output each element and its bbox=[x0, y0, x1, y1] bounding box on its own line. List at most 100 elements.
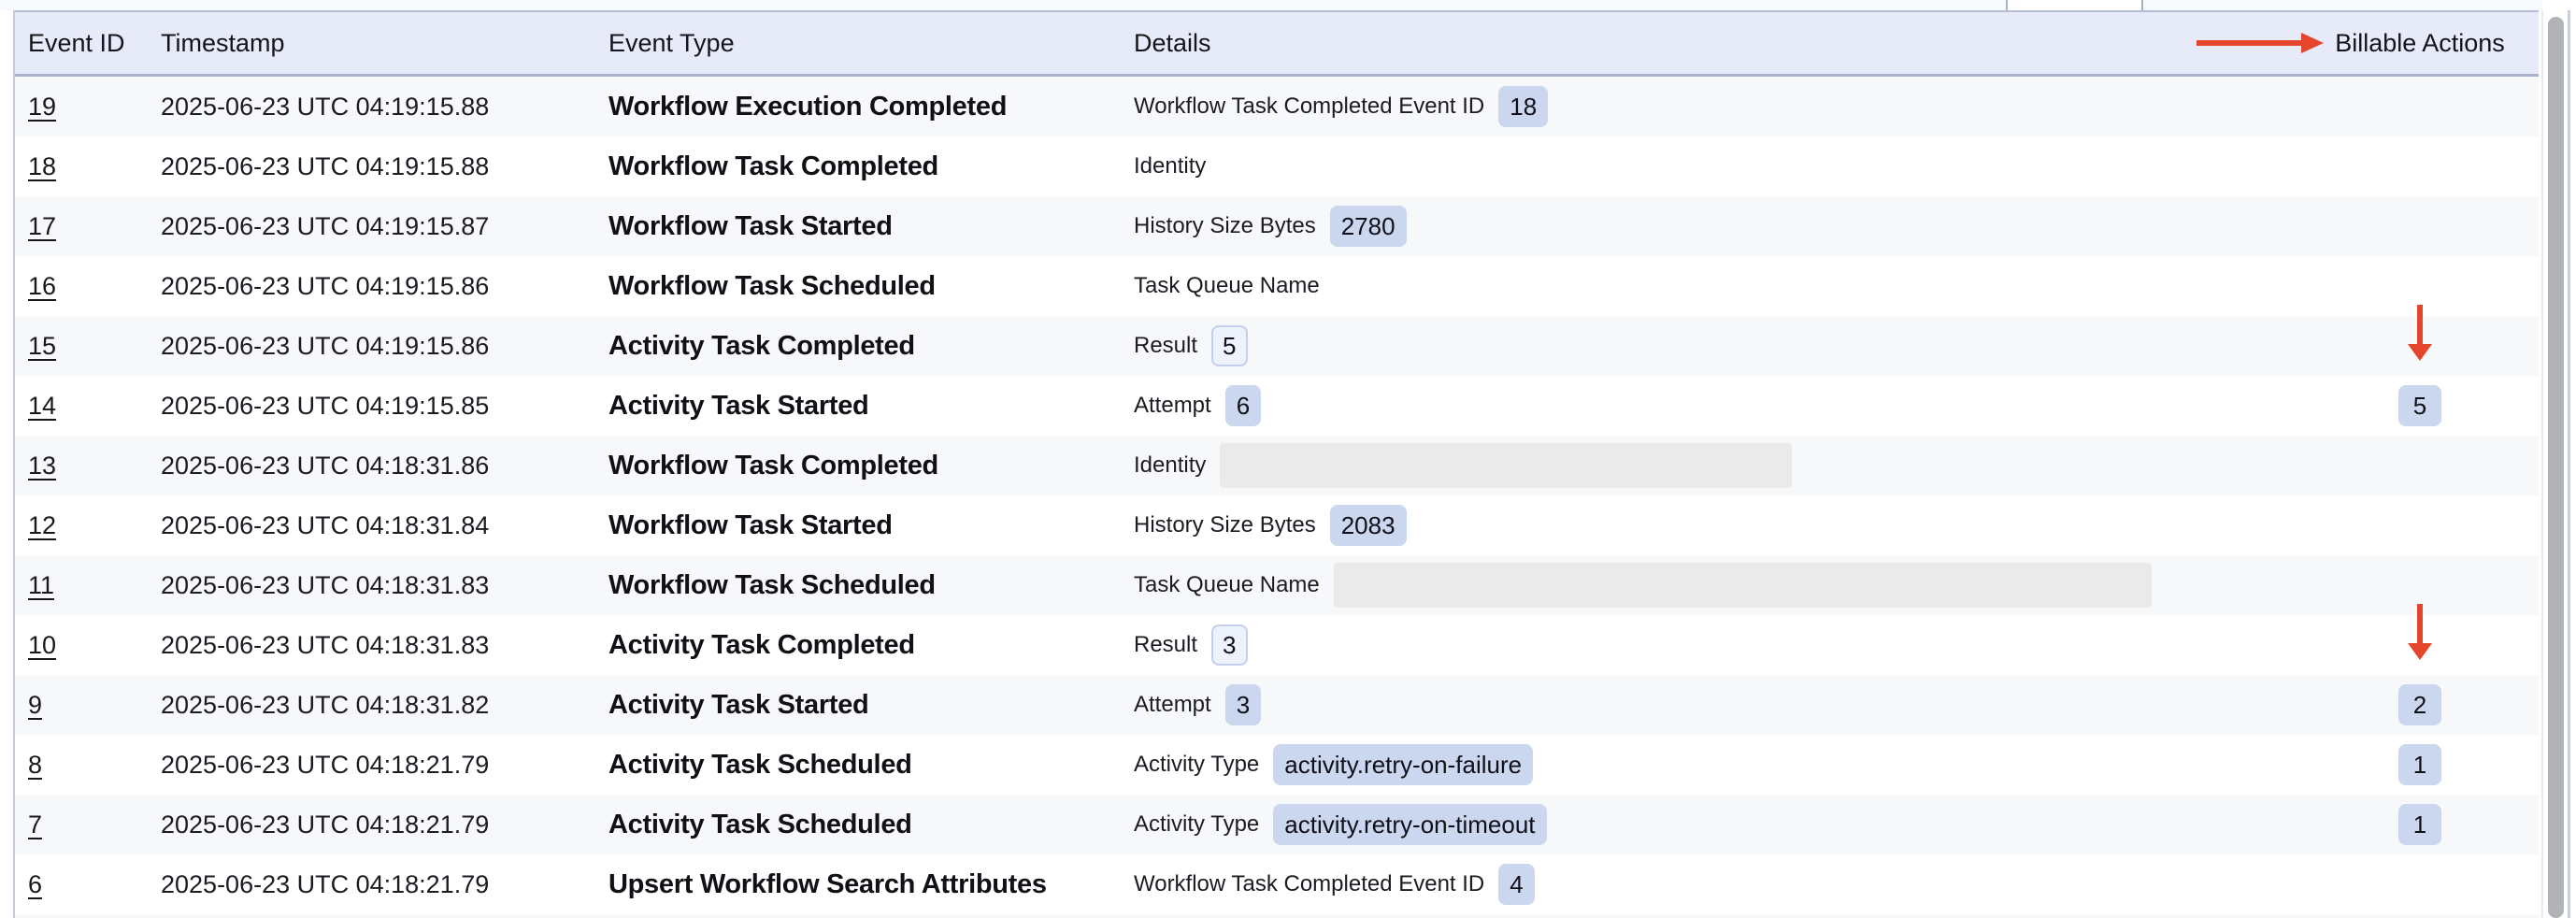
event-details-cell: Task Queue Name bbox=[1121, 563, 2301, 608]
event-details-cell: Result 3 bbox=[1121, 624, 2301, 666]
column-header-details: Details bbox=[1121, 29, 2301, 58]
billable-actions-badge: 1 bbox=[2398, 804, 2441, 845]
vertical-scrollbar-thumb[interactable] bbox=[2548, 17, 2564, 918]
event-id-link[interactable]: 19 bbox=[28, 93, 56, 121]
event-id-cell: 13 bbox=[13, 452, 148, 481]
event-id-cell: 8 bbox=[13, 751, 148, 780]
event-type: Activity Task Completed bbox=[595, 331, 1121, 362]
billable-actions-badge: 5 bbox=[2398, 385, 2441, 426]
billable-actions-cell: 1 bbox=[2301, 795, 2539, 854]
table-row[interactable]: 8 2025-06-23 UTC 04:18:21.79 Activity Ta… bbox=[13, 735, 2539, 795]
detail-value-badge: 18 bbox=[1498, 86, 1548, 127]
event-timestamp: 2025-06-23 UTC 04:18:31.86 bbox=[148, 452, 595, 481]
event-details-cell: Workflow Task Completed Event ID 4 bbox=[1121, 864, 2301, 905]
event-id-link[interactable]: 9 bbox=[28, 691, 42, 719]
event-id-cell: 15 bbox=[13, 332, 148, 361]
billable-actions-cell bbox=[2301, 436, 2539, 495]
event-id-link[interactable]: 15 bbox=[28, 332, 56, 360]
arrow-head bbox=[2408, 344, 2432, 361]
event-timestamp: 2025-06-23 UTC 04:19:15.88 bbox=[148, 93, 595, 122]
table-row[interactable]: 15 2025-06-23 UTC 04:19:15.86 Activity T… bbox=[13, 316, 2539, 376]
next-row-peek bbox=[13, 914, 2539, 918]
arrow-head bbox=[2301, 33, 2324, 53]
event-id-link[interactable]: 11 bbox=[28, 571, 54, 599]
event-id-link[interactable]: 13 bbox=[28, 452, 56, 480]
event-id-link[interactable]: 18 bbox=[28, 152, 56, 180]
event-details-cell: Identity bbox=[1121, 153, 2301, 179]
event-id-cell: 17 bbox=[13, 212, 148, 241]
table-row[interactable]: 12 2025-06-23 UTC 04:18:31.84 Workflow T… bbox=[13, 495, 2539, 555]
detail-value-badge: 3 bbox=[1211, 624, 1247, 666]
column-header-event-type: Event Type bbox=[595, 29, 1121, 58]
table-row[interactable]: 17 2025-06-23 UTC 04:19:15.87 Workflow T… bbox=[13, 196, 2539, 256]
table-left-border bbox=[13, 10, 15, 918]
table-row[interactable]: 13 2025-06-23 UTC 04:18:31.86 Workflow T… bbox=[13, 436, 2539, 495]
event-type: Activity Task Scheduled bbox=[595, 750, 1121, 781]
cutoff-ui-segment bbox=[2006, 0, 2143, 10]
redacted-value-block bbox=[1334, 563, 2152, 608]
table-row[interactable]: 6 2025-06-23 UTC 04:18:21.79 Upsert Work… bbox=[13, 854, 2539, 914]
event-type: Workflow Execution Completed bbox=[595, 92, 1121, 122]
event-timestamp: 2025-06-23 UTC 04:19:15.85 bbox=[148, 392, 595, 421]
event-details-cell: History Size Bytes 2780 bbox=[1121, 206, 2301, 247]
event-id-link[interactable]: 10 bbox=[28, 631, 56, 659]
detail-value-badge: activity.retry-on-failure bbox=[1273, 744, 1533, 785]
event-timestamp: 2025-06-23 UTC 04:18:31.82 bbox=[148, 691, 595, 720]
detail-label: Task Queue Name bbox=[1134, 273, 1320, 299]
detail-label: Workflow Task Completed Event ID bbox=[1134, 93, 1484, 120]
detail-label: Activity Type bbox=[1134, 811, 1259, 838]
detail-label: History Size Bytes bbox=[1134, 512, 1316, 538]
table-row[interactable]: 10 2025-06-23 UTC 04:18:31.83 Activity T… bbox=[13, 615, 2539, 675]
event-type: Upsert Workflow Search Attributes bbox=[595, 869, 1121, 900]
event-id-link[interactable]: 6 bbox=[28, 870, 42, 898]
event-id-link[interactable]: 16 bbox=[28, 272, 56, 300]
event-type: Workflow Task Started bbox=[595, 211, 1121, 242]
event-id-cell: 14 bbox=[13, 392, 148, 421]
event-id-link[interactable]: 14 bbox=[28, 392, 56, 420]
table-row[interactable]: 11 2025-06-23 UTC 04:18:31.83 Workflow T… bbox=[13, 555, 2539, 615]
detail-value-badge: 2780 bbox=[1330, 206, 1407, 247]
billable-actions-cell: 1 bbox=[2301, 735, 2539, 795]
table-row[interactable]: 18 2025-06-23 UTC 04:19:15.88 Workflow T… bbox=[13, 136, 2539, 196]
table-row[interactable]: 16 2025-06-23 UTC 04:19:15.86 Workflow T… bbox=[13, 256, 2539, 316]
event-id-link[interactable]: 12 bbox=[28, 511, 56, 539]
event-details-cell: Workflow Task Completed Event ID 18 bbox=[1121, 86, 2301, 127]
event-id-link[interactable]: 8 bbox=[28, 751, 42, 779]
detail-value-badge: activity.retry-on-timeout bbox=[1273, 804, 1546, 845]
event-type: Workflow Task Completed bbox=[595, 151, 1121, 182]
event-timestamp: 2025-06-23 UTC 04:19:15.86 bbox=[148, 272, 595, 301]
detail-label: Result bbox=[1134, 632, 1197, 658]
event-id-link[interactable]: 7 bbox=[28, 810, 42, 839]
event-details-cell: Identity bbox=[1121, 443, 2301, 488]
event-id-link[interactable]: 17 bbox=[28, 212, 56, 240]
event-timestamp: 2025-06-23 UTC 04:18:21.79 bbox=[148, 870, 595, 899]
column-header-timestamp: Timestamp bbox=[148, 29, 595, 58]
cutoff-ui-strip bbox=[0, 0, 2542, 10]
event-type: Activity Task Started bbox=[595, 391, 1121, 422]
detail-label: Identity bbox=[1134, 452, 1206, 479]
detail-value-badge: 5 bbox=[1211, 325, 1247, 366]
detail-value-badge: 2083 bbox=[1330, 505, 1407, 546]
detail-label: Identity bbox=[1134, 153, 1206, 179]
billable-actions-cell bbox=[2301, 854, 2539, 914]
table-row[interactable]: 19 2025-06-23 UTC 04:19:15.88 Workflow E… bbox=[13, 77, 2539, 136]
event-id-cell: 19 bbox=[13, 93, 148, 122]
table-row[interactable]: 7 2025-06-23 UTC 04:18:21.79 Activity Ta… bbox=[13, 795, 2539, 854]
arrow-head bbox=[2408, 643, 2432, 660]
event-timestamp: 2025-06-23 UTC 04:18:31.84 bbox=[148, 511, 595, 540]
billable-actions-cell bbox=[2301, 615, 2539, 675]
red-down-arrow-annotation bbox=[2408, 604, 2432, 660]
event-timestamp: 2025-06-23 UTC 04:18:31.83 bbox=[148, 631, 595, 660]
scrollbar-track-border bbox=[2541, 10, 2543, 918]
arrow-line bbox=[2417, 305, 2423, 344]
table-row[interactable]: 14 2025-06-23 UTC 04:19:15.85 Activity T… bbox=[13, 376, 2539, 436]
event-type: Workflow Task Scheduled bbox=[595, 271, 1121, 302]
event-details-cell: Activity Type activity.retry-on-failure bbox=[1121, 744, 2301, 785]
event-timestamp: 2025-06-23 UTC 04:19:15.87 bbox=[148, 212, 595, 241]
red-right-arrow-annotation bbox=[2197, 33, 2324, 53]
event-id-cell: 11 bbox=[13, 571, 148, 600]
arrow-line bbox=[2197, 40, 2301, 46]
table-row[interactable]: 9 2025-06-23 UTC 04:18:31.82 Activity Ta… bbox=[13, 675, 2539, 735]
event-timestamp: 2025-06-23 UTC 04:19:15.86 bbox=[148, 332, 595, 361]
detail-label: Attempt bbox=[1134, 692, 1211, 718]
